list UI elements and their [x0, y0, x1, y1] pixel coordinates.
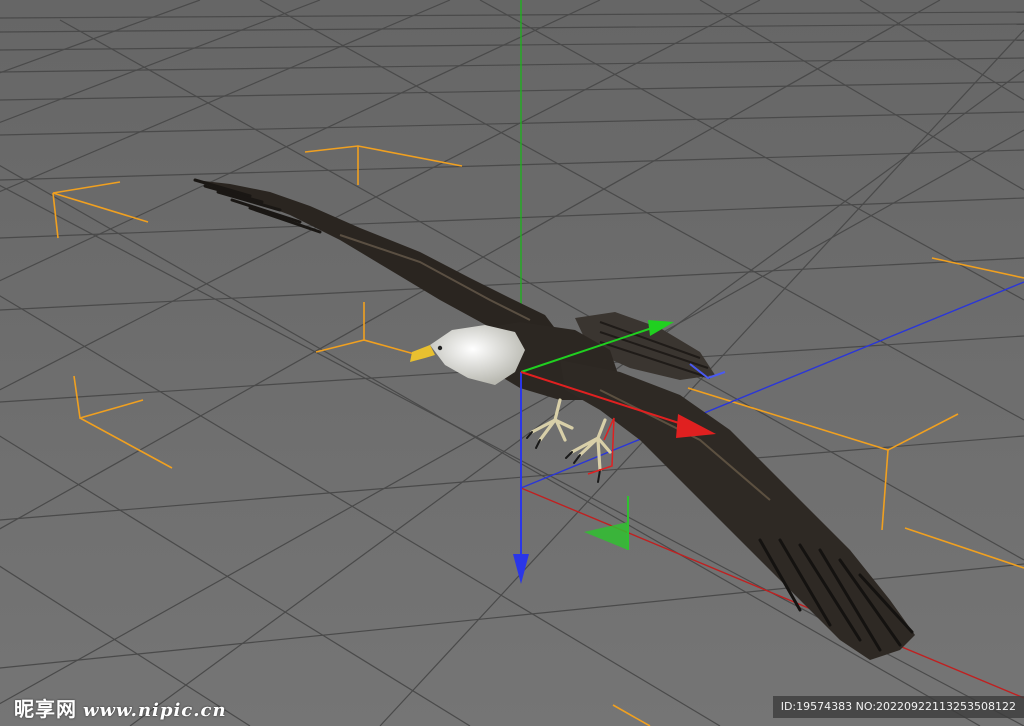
watermark-id: ID:19574383 NO:20220922113253508122	[772, 696, 1024, 718]
watermark-site: www.nipic.cn	[83, 700, 227, 721]
3d-viewport[interactable]	[0, 0, 1024, 726]
watermark-logo-text: 昵享网	[14, 697, 77, 721]
viewport-canvas[interactable]	[0, 0, 1024, 726]
watermark-logo: 昵享网 www.nipic.cn	[14, 693, 227, 722]
